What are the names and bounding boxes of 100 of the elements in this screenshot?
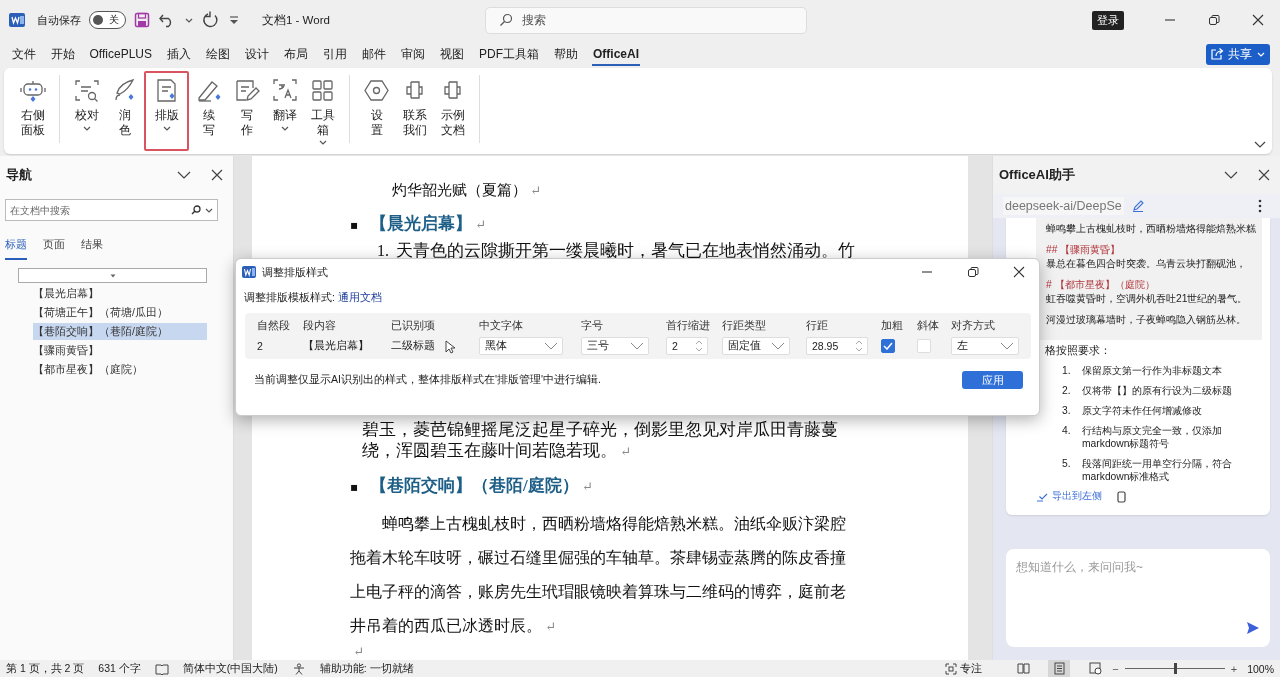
heading-item[interactable]: 【巷陌交响】（巷陌/庭院） [33,323,207,340]
robot-icon [19,78,46,104]
paragraph-mark: ↵ [475,217,486,233]
menu-tab[interactable]: 视图 [432,42,472,66]
menu-tab[interactable]: 绘图 [198,42,238,66]
zoom-out-button[interactable]: − [1112,662,1119,675]
heading-item[interactable]: 【都市星夜】（庭院） [33,361,207,378]
model-selector[interactable]: deepseek-ai/DeepSe [1003,197,1124,215]
login-button[interactable]: 登录 [1092,10,1124,30]
more-icon[interactable] [1258,199,1262,213]
apply-button[interactable]: 应用 [962,371,1023,389]
close-icon[interactable] [1258,169,1270,181]
dropdown[interactable]: 固定值 [722,337,790,355]
menu-tab[interactable]: PDF工具箱 [471,42,547,66]
paragraph-mark: ↵ [353,644,364,660]
table-cell: 二级标题 [391,339,435,353]
ribbon-button[interactable]: 右侧 面板 [14,71,51,151]
menu-tab[interactable]: 布局 [276,42,316,66]
redo-icon[interactable] [202,11,220,29]
paragraph-mark: ↵ [620,444,631,459]
restore-icon [1208,14,1220,26]
number-input[interactable]: 2 [666,337,708,355]
spinner-arrows-icon [855,339,863,353]
autosave-toggle[interactable]: 关 [89,11,126,29]
ribbon-button[interactable]: 联系 我们 [396,71,433,151]
heading: 【晨光启幕】 [370,213,472,235]
chevron-down-icon[interactable] [177,170,191,180]
menu-tab[interactable]: 邮件 [354,42,394,66]
ribbon-button[interactable]: 翻译 [266,71,303,151]
share-icon [1210,47,1224,61]
ribbon-button[interactable]: 续 写 [190,71,227,151]
search-field[interactable]: 搜索 [485,6,807,34]
page-count[interactable]: 第 1 页，共 2 页 [6,661,85,676]
zoom-slider-thumb[interactable] [1173,663,1177,674]
dialog-title: 调整排版样式 [262,264,328,280]
menu-tab[interactable]: OfficePLUS [82,42,160,66]
accessibility-status[interactable]: 辅助功能: 一切就绪 [319,661,414,676]
chat-input-field[interactable]: 想知道什么，来问问我~ [1006,549,1270,647]
ribbon-button[interactable]: 写 作 [228,71,265,151]
ribbon-button[interactable]: 排版 [144,71,189,151]
ribbon-button[interactable]: 示例 文档 [434,71,471,151]
menu-tab[interactable]: OfficeAI [585,42,647,66]
collapse-ribbon-button[interactable] [1254,141,1266,149]
dropdown[interactable]: 黑体 [479,337,563,355]
template-link[interactable]: 通用文档 [337,291,382,305]
ribbon-button[interactable]: 校对 [68,71,105,151]
list-number: 1. [377,242,390,260]
search-field[interactable]: 在文档中搜索 [5,199,218,221]
dropdown[interactable]: 三号 [581,337,649,355]
ribbon-button[interactable]: 工具 箱 [304,71,341,151]
pane-title: OfficeAI助手 [999,166,1075,184]
scan-text-icon [73,78,100,104]
nav-tab[interactable]: 页面 [43,237,65,260]
nav-tab[interactable]: 结果 [81,237,103,260]
heading-item[interactable]: 【晨光启幕】 [33,285,207,302]
share-button[interactable]: 共享 [1206,43,1270,65]
app-icon [242,265,256,279]
heading-item[interactable]: 【荷塘正午】（荷塘/瓜田） [33,304,207,321]
zoom-level[interactable]: 100% [1247,662,1274,675]
menu-tab[interactable]: 审阅 [393,42,433,66]
zoom-in-button[interactable]: + [1230,662,1238,675]
caret-icon[interactable] [184,16,194,24]
menu-tab[interactable]: 文件 [4,42,43,66]
menu-tab[interactable]: 开始 [43,42,82,66]
heading-item[interactable]: 【骤雨黄昏】 [33,342,207,359]
print-layout-button[interactable] [1048,660,1071,677]
hexagon-icon [363,78,390,104]
save-icon[interactable] [134,12,150,28]
list-item-text: 保留原文第一行作为非标题文本 [1082,364,1222,377]
nav-tab[interactable]: 标题 [5,237,27,260]
dropdown[interactable]: 左 [951,337,1019,355]
menu-tab[interactable]: 设计 [237,42,277,66]
column-header: 首行缩进 [666,319,711,333]
menu-tab[interactable]: 帮助 [546,42,586,66]
column-header: 行距 [806,319,829,333]
chevron-down-icon [771,342,785,350]
pencil-icon[interactable] [1131,200,1144,212]
customize-toolbar-icon[interactable] [228,14,240,26]
paragraph-mark: ↵ [530,183,541,198]
language-status[interactable]: 简体中文(中国大陆) [182,661,278,676]
list-number: 5. [1062,457,1072,471]
column-header: 段内容 [303,319,337,333]
menu-tab[interactable]: 插入 [159,42,199,66]
ribbon-button[interactable]: 润 色 [106,71,143,151]
caret-icon[interactable] [204,206,214,214]
export-link[interactable]: 导出到左侧 [1036,490,1102,503]
word-count[interactable]: 631 个字 [98,661,141,676]
ribbon-button[interactable]: 设 置 [358,71,395,151]
column-header: 中文字体 [479,319,524,333]
number-input[interactable]: 28.95 [806,337,868,355]
copy-icon[interactable] [1116,490,1126,503]
layout-icon [1088,662,1102,675]
close-icon[interactable] [211,169,223,181]
menu-tab[interactable]: 引用 [315,42,355,66]
list-item-text: 原文字符未作任何增减修改 [1082,404,1202,417]
chevron-down-icon[interactable] [1224,170,1238,180]
checkbox[interactable] [881,339,895,353]
focus-button[interactable]: 专注 [945,661,983,676]
list-item-text: 仅将带【】的原有行设为二级标题 [1082,384,1232,397]
send-icon[interactable] [1246,621,1260,635]
